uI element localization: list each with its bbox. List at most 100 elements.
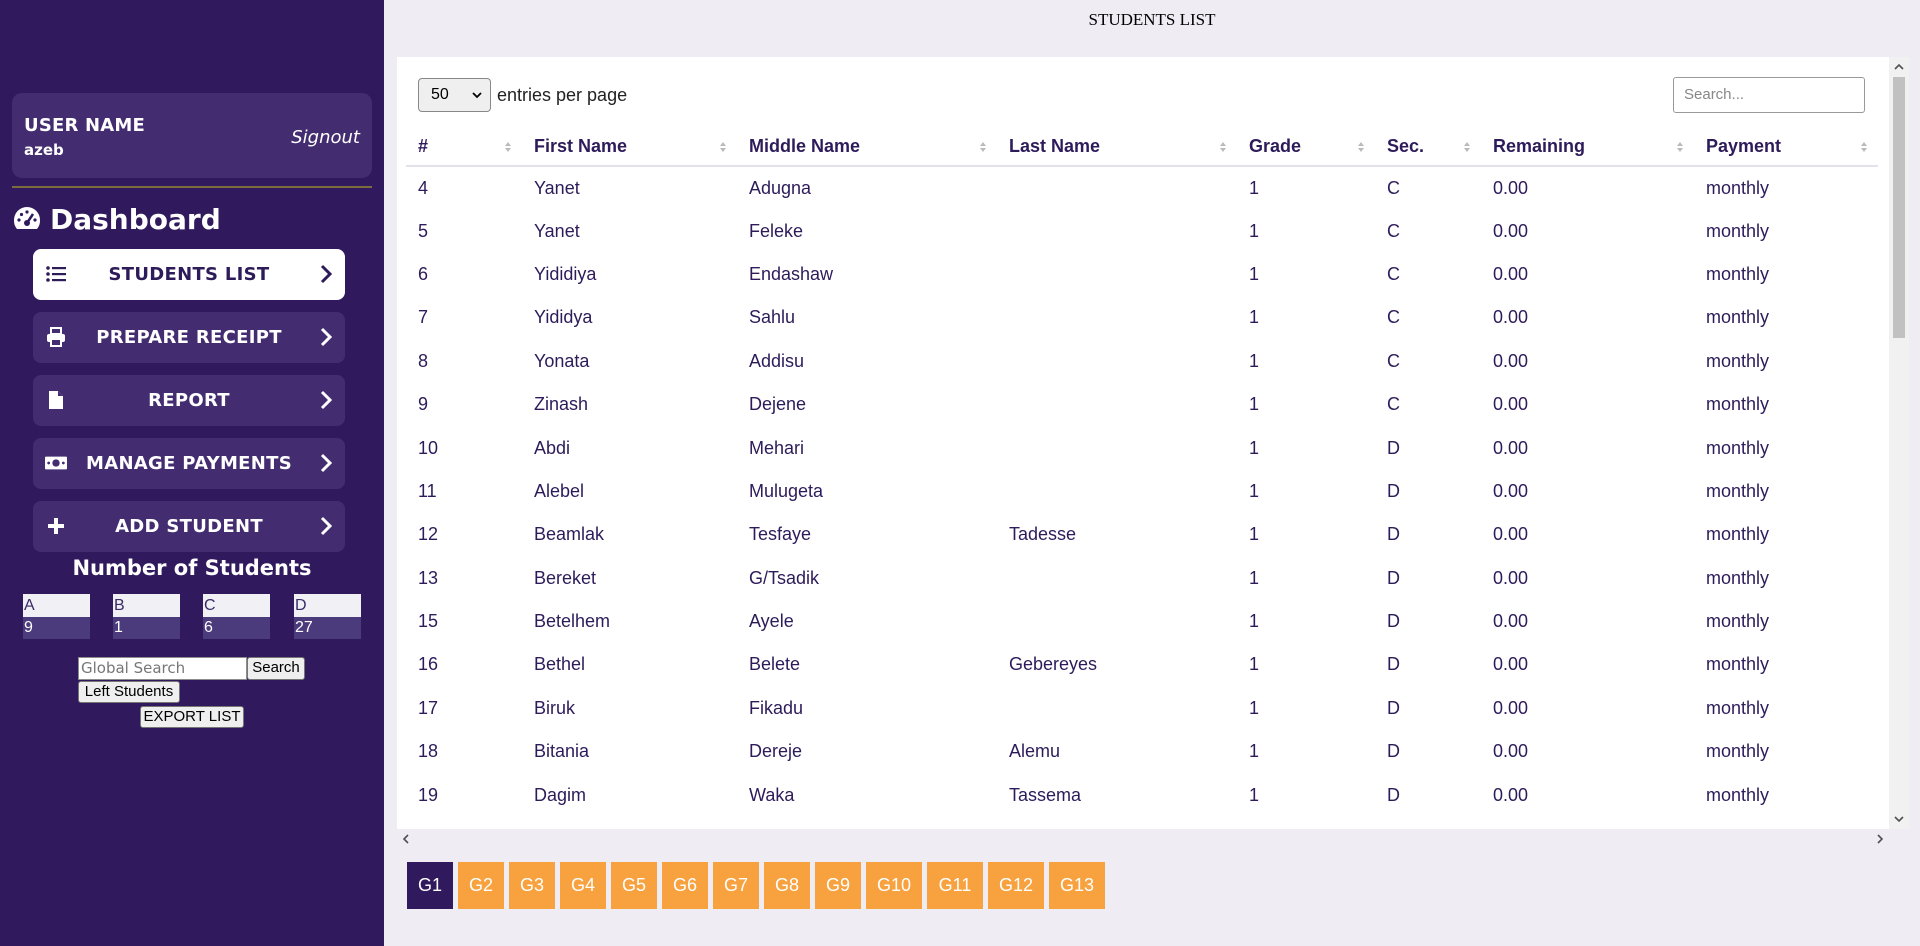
table-cell: monthly xyxy=(1706,177,1770,198)
table-row[interactable]: 10 Abdi Mehari 1 D 0.00 monthly xyxy=(406,426,1878,469)
table-row[interactable]: 17 Biruk Fikadu 1 D 0.00 monthly xyxy=(406,687,1878,730)
grade-tab-g11[interactable]: G11 xyxy=(927,862,983,909)
table-cell: 0.00 xyxy=(1493,394,1529,415)
grade-tab-g8[interactable]: G8 xyxy=(764,862,810,909)
table-row[interactable]: 4 Yanet Adugna 1 C 0.00 monthly xyxy=(406,166,1878,209)
sort-icon[interactable] xyxy=(1219,141,1227,153)
column-header[interactable]: Middle Name xyxy=(737,128,997,167)
scroll-left-icon[interactable] xyxy=(400,833,412,845)
nav-add-student[interactable]: ADD STUDENT xyxy=(33,501,345,552)
table-cell: 1 xyxy=(1249,784,1260,805)
table-search-input[interactable]: Search... xyxy=(1673,77,1865,113)
dashboard-icon xyxy=(13,207,41,229)
vertical-scrollbar[interactable] xyxy=(1889,57,1909,829)
table-cell: D xyxy=(1387,480,1400,501)
grade-tab-g1[interactable]: G1 xyxy=(407,862,453,909)
column-header[interactable]: Payment xyxy=(1694,128,1878,167)
grade-tab-g13[interactable]: G13 xyxy=(1049,862,1105,909)
nav-report[interactable]: REPORT xyxy=(33,375,345,426)
table-row[interactable]: 7 Yididya Sahlu 1 C 0.00 monthly xyxy=(406,296,1878,339)
table-cell: Fikadu xyxy=(749,697,804,718)
global-search-button[interactable]: Search xyxy=(247,657,305,680)
grade-tab-g7[interactable]: G7 xyxy=(713,862,759,909)
table-row[interactable]: 8 Yonata Addisu 1 C 0.00 monthly xyxy=(406,340,1878,383)
student-count-title: Number of Students xyxy=(72,556,312,580)
entries-select[interactable]: 50 xyxy=(418,78,491,112)
table-row[interactable]: 9 Zinash Dejene 1 C 0.00 monthly xyxy=(406,383,1878,426)
table-cell: C xyxy=(1387,263,1400,284)
column-header[interactable]: First Name xyxy=(522,128,737,167)
sort-icon[interactable] xyxy=(504,141,512,153)
table-row[interactable]: 18 Bitania Dereje Alemu 1 D 0.00 monthly xyxy=(406,730,1878,773)
table-cell: 1 xyxy=(1249,611,1260,632)
table-row[interactable]: 13 Bereket G/Tsadik 1 D 0.00 monthly xyxy=(406,557,1878,600)
user-label: USER NAME xyxy=(24,115,146,136)
grade-tab-g3[interactable]: G3 xyxy=(509,862,555,909)
nav-label: ADD STUDENT xyxy=(115,516,263,537)
grade-tab-g2[interactable]: G2 xyxy=(458,862,504,909)
sort-icon[interactable] xyxy=(1463,141,1471,153)
left-students-button[interactable]: Left Students xyxy=(78,681,180,703)
sort-icon[interactable] xyxy=(1676,141,1684,153)
scroll-down-icon[interactable] xyxy=(1893,813,1905,825)
global-search-input[interactable]: Global Search xyxy=(78,657,247,680)
table-cell: C xyxy=(1387,350,1400,371)
scroll-right-icon[interactable] xyxy=(1874,833,1886,845)
table-cell: 0.00 xyxy=(1493,654,1529,675)
table-cell: Abdi xyxy=(534,437,571,458)
table-cell: 1 xyxy=(1249,524,1260,545)
table-row[interactable]: 19 Dagim Waka Tassema 1 D 0.00 monthly xyxy=(406,773,1878,816)
scrollbar-thumb[interactable] xyxy=(1893,77,1905,338)
column-header[interactable]: Last Name xyxy=(997,128,1237,167)
table-cell: monthly xyxy=(1706,220,1770,241)
table-row[interactable]: 15 Betelhem Ayele 1 D 0.00 monthly xyxy=(406,600,1878,643)
grade-tab-g5[interactable]: G5 xyxy=(611,862,657,909)
table-row[interactable]: 12 Beamlak Tesfaye Tadesse 1 D 0.00 monthly xyxy=(406,513,1878,556)
column-header[interactable]: Remaining xyxy=(1481,128,1694,167)
column-header-label: Sec. xyxy=(1387,136,1425,156)
export-list-button[interactable]: EXPORT LIST xyxy=(140,706,244,728)
horizontal-scrollbar[interactable] xyxy=(397,829,1889,849)
table-cell: 0.00 xyxy=(1493,350,1529,371)
grade-tab-g4[interactable]: G4 xyxy=(560,862,606,909)
file-icon xyxy=(45,389,67,411)
sort-icon[interactable] xyxy=(719,141,727,153)
scroll-up-icon[interactable] xyxy=(1893,61,1905,73)
money-icon xyxy=(45,452,67,474)
table-cell: G/Tsadik xyxy=(749,567,820,588)
table-cell: D xyxy=(1387,437,1400,458)
table-row[interactable]: 16 Bethel Belete Gebereyes 1 D 0.00 monthly xyxy=(406,643,1878,686)
table-row[interactable]: 5 Yanet Feleke 1 C 0.00 monthly xyxy=(406,209,1878,252)
table-cell: Gebereyes xyxy=(1009,654,1098,675)
section-value: 27 xyxy=(294,617,361,639)
nav-prepare-receipt[interactable]: PREPARE RECEIPT xyxy=(33,312,345,363)
table-cell: 1 xyxy=(1249,263,1260,284)
grade-tab-g12[interactable]: G12 xyxy=(988,862,1044,909)
table-cell: Betelhem xyxy=(534,611,611,632)
table-cell xyxy=(997,470,1237,513)
table-header-row: # First Name Middle Name Last Name Grade Sec.… xyxy=(406,128,1878,167)
grade-tab-g9[interactable]: G9 xyxy=(815,862,861,909)
table-row[interactable]: 11 Alebel Mulugeta 1 D 0.00 monthly xyxy=(406,470,1878,513)
column-header-label: Remaining xyxy=(1493,136,1586,156)
sort-icon[interactable] xyxy=(979,141,987,153)
table-cell: 17 xyxy=(418,697,439,718)
table-cell: 11 xyxy=(418,480,437,501)
column-header[interactable]: Sec. xyxy=(1375,128,1481,167)
table-cell xyxy=(997,340,1237,383)
grade-tab-g10[interactable]: G10 xyxy=(866,862,922,909)
nav-label: STUDENTS LIST xyxy=(108,264,270,285)
section-name: A xyxy=(23,594,90,617)
nav-manage-payments[interactable]: MANAGE PAYMENTS xyxy=(33,438,345,489)
table-row[interactable]: 6 Yididiya Endashaw 1 C 0.00 monthly xyxy=(406,253,1878,296)
table-body: 4 Yanet Adugna 1 C 0.00 monthly 5 Yanet Feleke 1 C 0… xyxy=(406,166,1878,817)
nav-students-list[interactable]: STUDENTS LIST xyxy=(33,249,345,300)
column-header-label: Payment xyxy=(1706,136,1782,156)
signout-link[interactable]: Signout xyxy=(291,127,360,148)
table-cell xyxy=(997,253,1237,296)
column-header[interactable]: # xyxy=(406,128,522,167)
column-header[interactable]: Grade xyxy=(1237,128,1375,167)
grade-tab-g6[interactable]: G6 xyxy=(662,862,708,909)
sort-icon[interactable] xyxy=(1357,141,1365,153)
sort-icon[interactable] xyxy=(1860,141,1868,153)
